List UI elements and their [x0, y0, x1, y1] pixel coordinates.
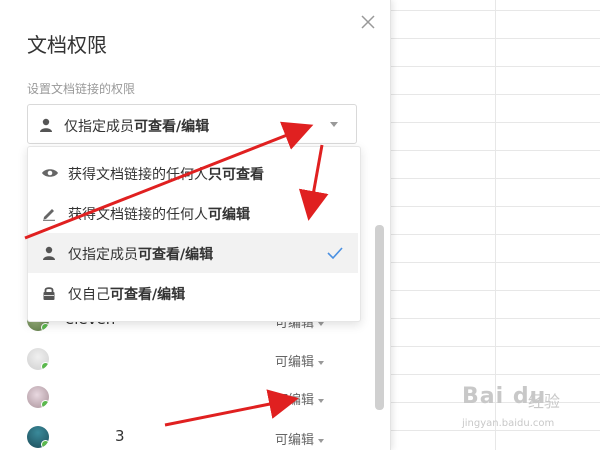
baidu-watermark: Bai du 经验 jingyan.baidu.com [462, 384, 560, 429]
link-permission-label: 设置文档链接的权限 [27, 82, 136, 96]
member-row: 可编辑 [27, 386, 337, 410]
member-permission-dropdown[interactable]: 可编辑 [275, 389, 325, 408]
close-icon[interactable] [358, 12, 378, 32]
scrollbar-thumb[interactable] [375, 225, 384, 410]
avatar [27, 348, 49, 370]
member-permission-dropdown[interactable]: 可编辑 [275, 429, 325, 448]
person-icon [43, 246, 55, 260]
member-name: 3 [115, 427, 125, 445]
option-anyone-edit[interactable]: 获得文档链接的任何人可编辑 [28, 193, 358, 233]
check-icon [327, 247, 343, 260]
avatar [27, 386, 49, 408]
member-permission-dropdown[interactable]: 可编辑 [275, 351, 325, 370]
option-members-only[interactable]: 仅指定成员可查看/编辑 [28, 233, 358, 273]
avatar [27, 426, 49, 448]
eye-icon [42, 169, 58, 177]
spreadsheet-grid [390, 0, 600, 450]
permission-select[interactable]: 仅指定成员可查看/编辑 [27, 104, 357, 144]
watermark-url: jingyan.baidu.com [462, 418, 555, 429]
person-icon [40, 118, 52, 132]
lock-icon [43, 287, 55, 300]
chevron-down-icon [330, 122, 338, 127]
panel-title: 文档权限 [27, 33, 107, 57]
permission-dropdown-menu: 获得文档链接的任何人只可查看 获得文档链接的任何人可编辑 仅指定成员可查看/编辑… [27, 146, 361, 322]
member-row: 可编辑 [27, 348, 337, 372]
watermark-subtitle: 经验 [528, 392, 561, 411]
permission-select-value: 仅指定成员可查看/编辑 [64, 119, 210, 135]
member-row: 3 可编辑 [27, 426, 337, 450]
pencil-icon [43, 209, 55, 221]
option-anyone-view-only[interactable]: 获得文档链接的任何人只可查看 [28, 153, 358, 193]
option-only-me[interactable]: 仅自己可查看/编辑 [28, 273, 358, 313]
